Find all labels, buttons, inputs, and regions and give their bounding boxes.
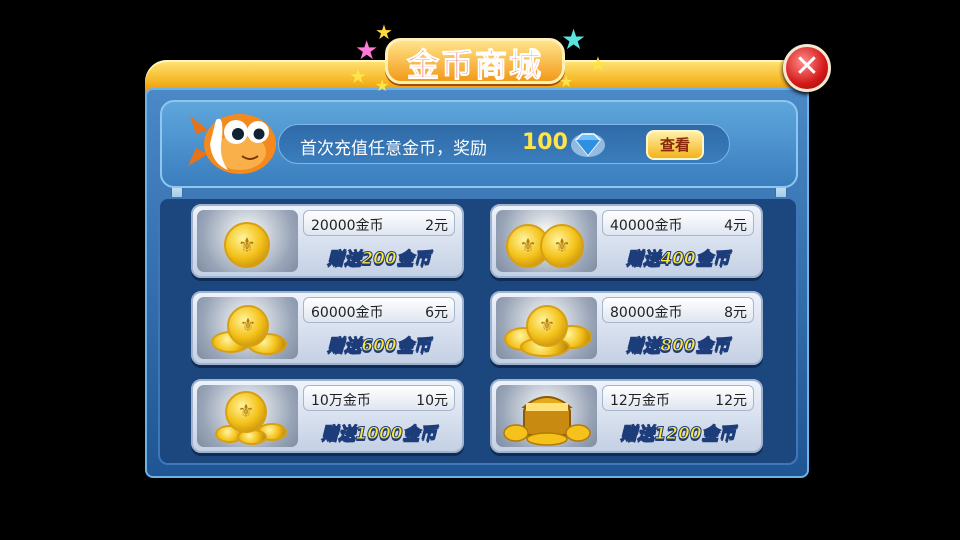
item-price: 2元 [425,218,448,234]
star-icon: ★ [355,36,379,66]
star-icon: ★ [375,76,390,95]
diamond-icon [571,133,605,157]
close-button[interactable]: ✕ [783,44,831,92]
coin-thumbnail: ⚜ [197,297,298,359]
shop-item[interactable]: ⚜ 80000金币 8元 赠送800金币 [490,291,763,365]
item-price: 6元 [425,305,448,321]
item-price: 12元 [715,393,747,409]
item-amount: 20000金币 [311,218,384,234]
coin-thumbnail: ⚜ ⚜ [496,210,597,272]
item-bonus: 赠送400金币 [626,249,731,270]
coin-icon: ⚜ [227,305,269,347]
coin-thumbnail: ⚜ [197,210,298,272]
view-button-label: 查看 [659,136,690,154]
view-button[interactable]: 查看 [646,130,704,160]
page-title: 金币商城 [406,46,543,85]
item-price: 4元 [724,218,747,234]
item-bonus: 赠送1200金币 [620,424,736,445]
item-amount: 60000金币 [311,305,384,321]
coin-icon: ⚜ [526,305,568,347]
coin-icon: ⚜ [225,391,267,433]
star-icon: ★ [589,52,607,76]
promo-reward-amount: 100 [522,130,568,155]
item-price: 8元 [724,305,747,321]
title-badge: 金币商城 ★ ★ ★ ★ ★ ★ ★ [345,18,615,100]
fish-mascot-icon [188,114,276,174]
item-bonus: 赠送600金币 [327,336,432,357]
item-price: 10元 [416,393,448,409]
item-amount: 40000金币 [610,218,683,234]
coin-icon: ⚜ [224,222,270,268]
item-bonus: 赠送800金币 [626,336,731,357]
item-bonus: 赠送200金币 [327,249,432,270]
shop-item[interactable]: ⚜ 10万金币 10元 赠送1000金币 [191,379,464,453]
coin-icon: ⚜ [540,224,584,268]
treasure-chest-icon [503,396,591,446]
coin-thumbnail [496,385,597,447]
item-amount: 80000金币 [610,305,683,321]
item-bonus: 赠送1000金币 [321,424,437,445]
shop-item[interactable]: ⚜ ⚜ 40000金币 4元 赠送400金币 [490,204,763,278]
shop-item[interactable]: ⚜ 60000金币 6元 赠送600金币 [191,291,464,365]
close-icon: ✕ [794,49,820,84]
item-amount: 10万金币 [311,393,371,409]
shop-item[interactable]: 12万金币 12元 赠送1200金币 [490,379,763,453]
star-icon: ★ [559,72,574,91]
item-amount: 12万金币 [610,393,670,409]
coin-thumbnail: ⚜ [496,297,597,359]
promo-text: 首次充值任意金币，奖励 [300,139,487,159]
star-icon: ★ [561,23,587,56]
coin-thumbnail: ⚜ [197,385,298,447]
shop-item[interactable]: ⚜ 20000金币 2元 赠送200金币 [191,204,464,278]
star-icon: ★ [349,64,367,88]
